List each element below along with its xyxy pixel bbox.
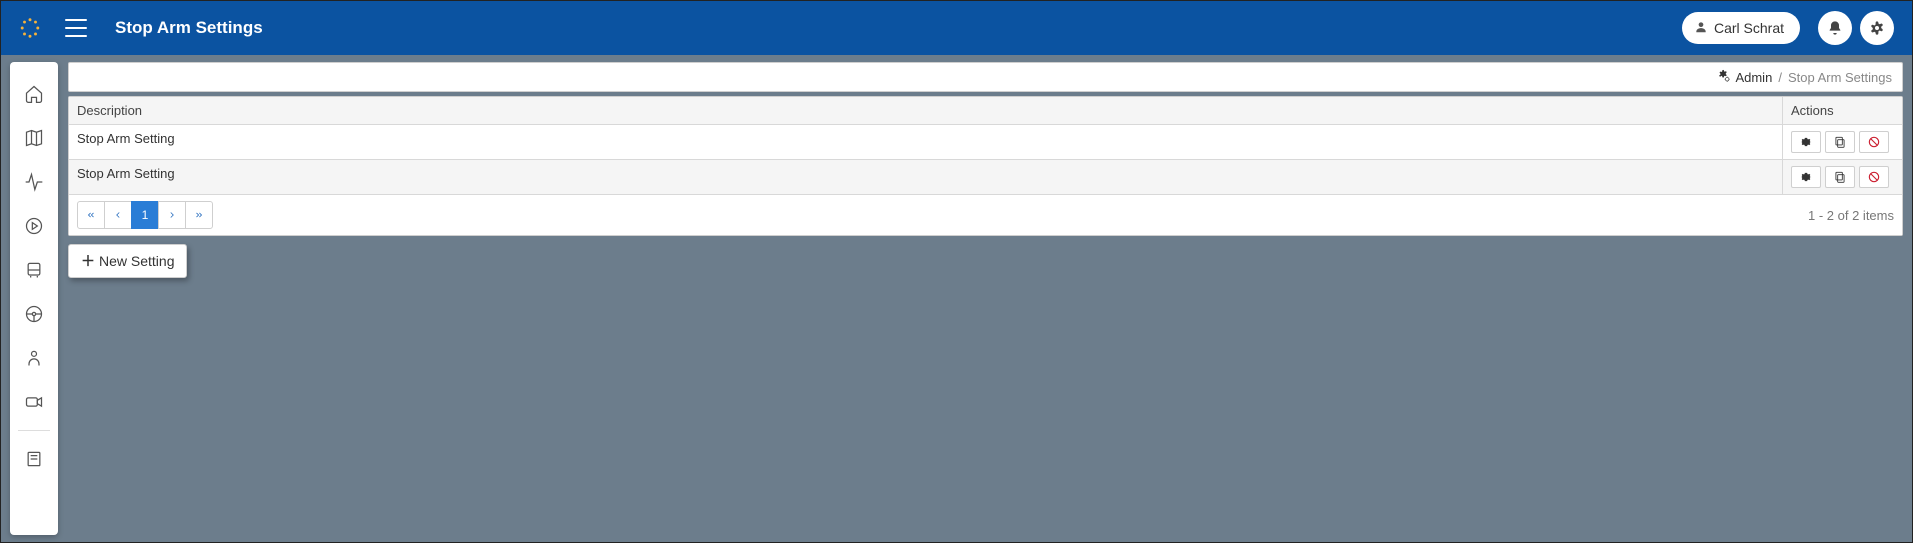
table-row: Stop Arm Setting	[69, 125, 1902, 160]
breadcrumb-admin-link[interactable]: Admin	[1735, 70, 1772, 85]
brand-logo-icon	[19, 17, 41, 39]
col-header-description: Description	[69, 97, 1782, 124]
home-icon	[24, 84, 44, 104]
sidebar-item-students[interactable]	[18, 342, 50, 374]
row-copy-button[interactable]	[1825, 166, 1855, 188]
sidebar	[10, 62, 58, 535]
table-header-row: Description Actions	[69, 97, 1902, 125]
col-header-actions: Actions	[1782, 97, 1902, 124]
row-edit-button[interactable]	[1791, 131, 1821, 153]
breadcrumb: Admin / Stop Arm Settings	[68, 62, 1903, 92]
sidebar-item-driver[interactable]	[18, 298, 50, 330]
sidebar-item-activity[interactable]	[18, 166, 50, 198]
row-edit-button[interactable]	[1791, 166, 1821, 188]
activity-icon	[24, 172, 44, 192]
copy-icon	[1833, 135, 1847, 149]
bus-icon	[24, 260, 44, 280]
row-delete-button[interactable]	[1859, 131, 1889, 153]
map-icon	[24, 128, 44, 148]
sidebar-item-video[interactable]	[18, 386, 50, 418]
cell-description: Stop Arm Setting	[69, 160, 1782, 194]
notifications-button[interactable]	[1818, 11, 1852, 45]
bell-icon	[1827, 20, 1843, 36]
table-footer: 1 1 - 2 of 2 items	[69, 195, 1902, 235]
user-menu-button[interactable]: Carl Schrat	[1682, 12, 1800, 44]
top-bar: Stop Arm Settings Carl Schrat	[1, 1, 1912, 55]
chevron-right-icon	[167, 210, 177, 220]
new-setting-button[interactable]: ＋ New Setting	[68, 244, 187, 278]
new-setting-label: New Setting	[99, 253, 174, 269]
gear-icon	[1799, 135, 1813, 149]
admin-gears-icon	[1717, 69, 1731, 86]
chevrons-right-icon	[194, 210, 204, 220]
main-content: Admin / Stop Arm Settings Description Ac…	[68, 62, 1903, 535]
student-icon	[24, 348, 44, 368]
pagination: 1	[77, 201, 212, 229]
gears-icon	[1869, 20, 1885, 36]
book-icon	[24, 449, 44, 469]
copy-icon	[1833, 170, 1847, 184]
user-name: Carl Schrat	[1714, 20, 1784, 36]
video-icon	[24, 392, 44, 412]
steering-wheel-icon	[24, 304, 44, 324]
page-last-button[interactable]	[185, 201, 213, 229]
sidebar-item-play[interactable]	[18, 210, 50, 242]
sidebar-item-docs[interactable]	[18, 443, 50, 475]
row-copy-button[interactable]	[1825, 131, 1855, 153]
ban-icon	[1867, 170, 1881, 184]
chevron-left-icon	[113, 210, 123, 220]
sidebar-item-home[interactable]	[18, 78, 50, 110]
chevrons-left-icon	[86, 210, 96, 220]
plus-icon: ＋	[81, 251, 95, 271]
page-title: Stop Arm Settings	[115, 18, 263, 38]
table-row: Stop Arm Setting	[69, 160, 1902, 195]
cell-description: Stop Arm Setting	[69, 125, 1782, 159]
page-next-button[interactable]	[158, 201, 186, 229]
settings-button[interactable]	[1860, 11, 1894, 45]
sidebar-item-map[interactable]	[18, 122, 50, 154]
user-icon	[1694, 20, 1708, 37]
sidebar-separator	[18, 430, 50, 431]
menu-toggle-button[interactable]	[65, 19, 87, 37]
settings-table: Description Actions Stop Arm Setting Sto…	[68, 96, 1903, 236]
play-circle-icon	[24, 216, 44, 236]
page-first-button[interactable]	[77, 201, 105, 229]
breadcrumb-separator: /	[1778, 70, 1782, 85]
sidebar-item-bus[interactable]	[18, 254, 50, 286]
gear-icon	[1799, 170, 1813, 184]
row-delete-button[interactable]	[1859, 166, 1889, 188]
page-number-button[interactable]: 1	[131, 201, 159, 229]
ban-icon	[1867, 135, 1881, 149]
pagination-info: 1 - 2 of 2 items	[1808, 208, 1894, 223]
breadcrumb-current: Stop Arm Settings	[1788, 70, 1892, 85]
page-prev-button[interactable]	[104, 201, 132, 229]
